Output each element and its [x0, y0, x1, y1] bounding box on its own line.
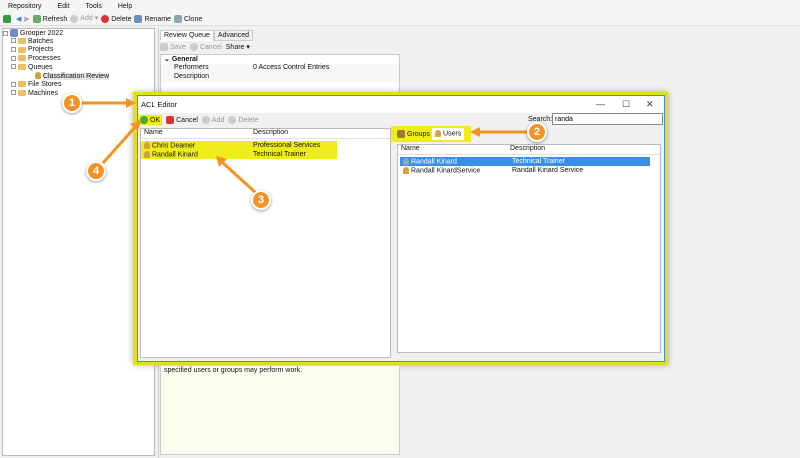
help-text: specified users or groups may perform wo…: [164, 367, 303, 374]
help-pane: specified users or groups may perform wo…: [160, 366, 400, 455]
callout-4: 4: [86, 161, 106, 181]
callout-2: 2: [527, 122, 547, 142]
callout-3: 3: [251, 190, 271, 210]
callout-1: 1: [62, 93, 82, 113]
callout-arrows: [80, 98, 530, 195]
